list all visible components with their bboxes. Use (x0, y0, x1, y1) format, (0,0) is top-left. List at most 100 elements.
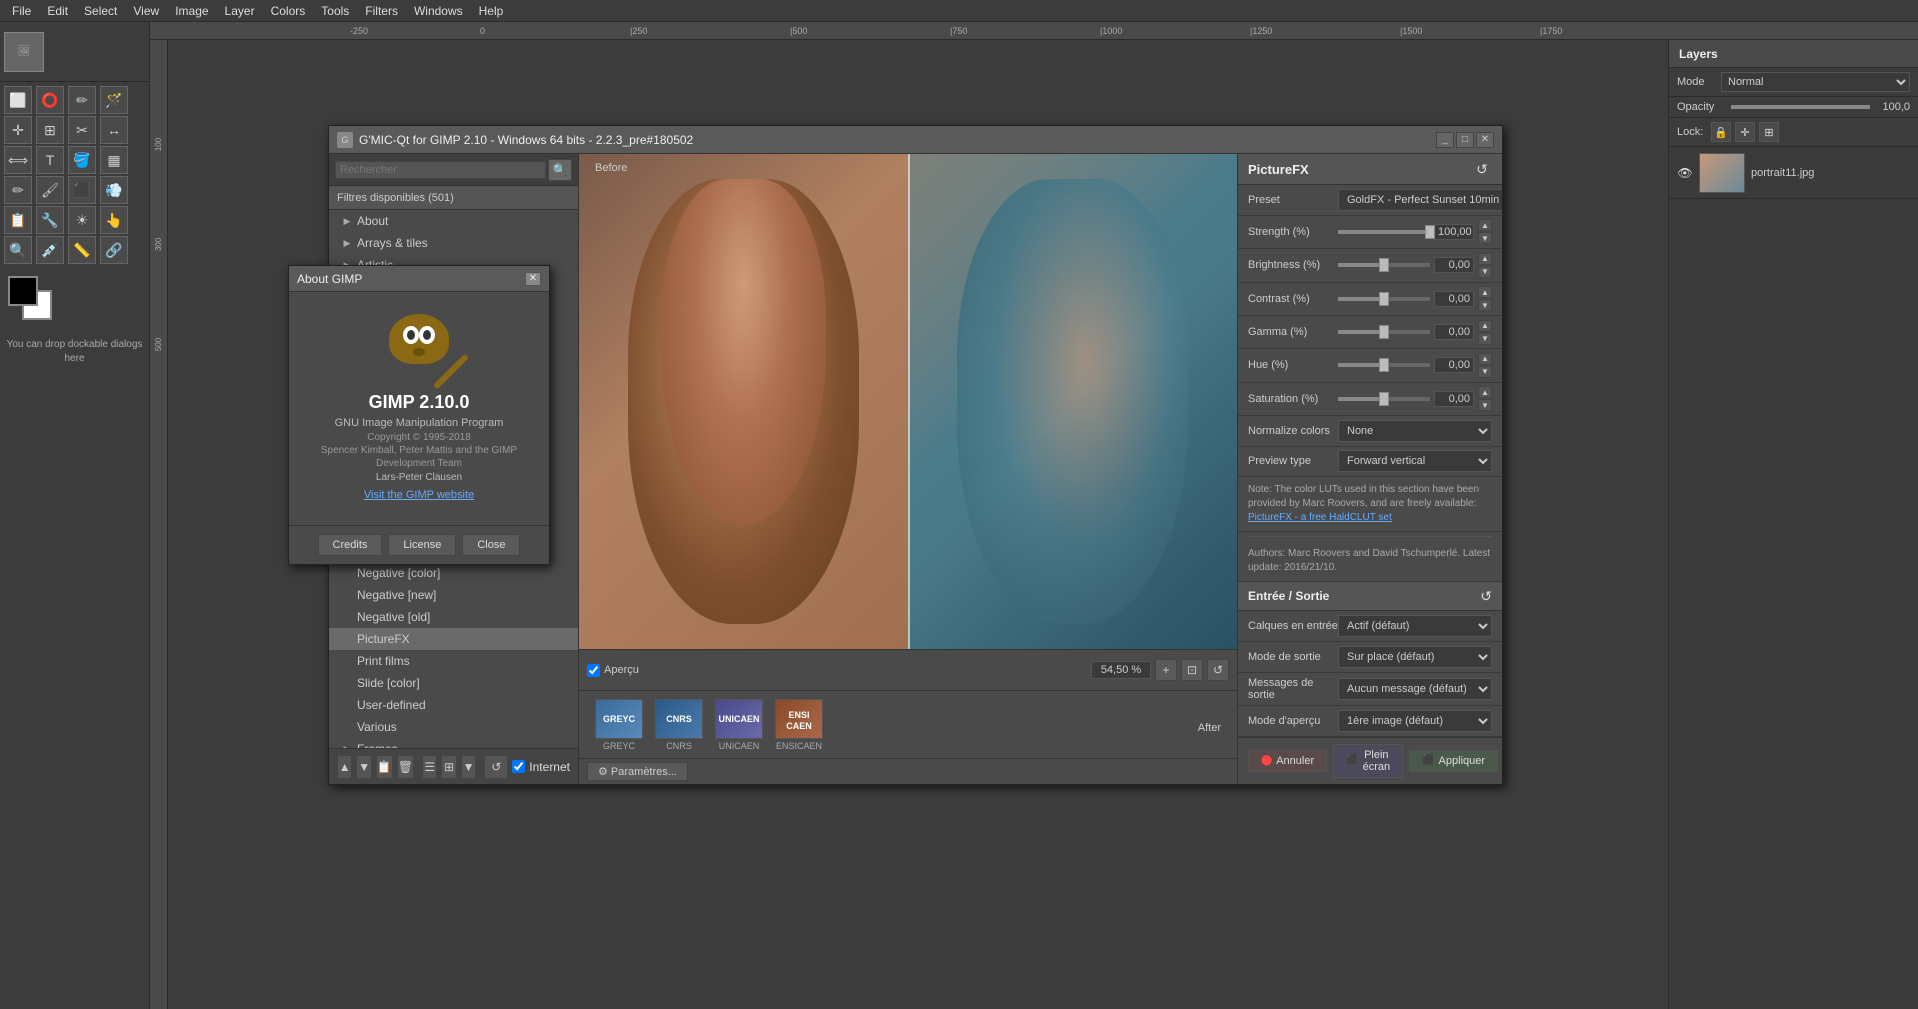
layer-visibility-icon[interactable]: 👁 (1677, 165, 1693, 181)
foreground-color[interactable] (8, 276, 38, 306)
appliquer-button[interactable]: ⬛ Appliquer (1409, 750, 1498, 772)
brightness-spin-down[interactable]: ▼ (1478, 266, 1492, 278)
tool-crop[interactable]: ✂ (68, 116, 96, 144)
filter-item-about[interactable]: ▶ About (329, 210, 578, 232)
internet-checkbox[interactable] (512, 760, 525, 773)
filter-note-button[interactable]: 📋 (376, 755, 393, 779)
hue-spin-up[interactable]: ▲ (1478, 353, 1492, 365)
contrast-slider[interactable] (1338, 297, 1430, 301)
menu-image[interactable]: Image (167, 2, 216, 20)
menu-colors[interactable]: Colors (263, 2, 314, 20)
filter-sub-negative-color[interactable]: Negative [color] (329, 562, 578, 584)
calques-select[interactable]: Actif (défaut) (1338, 615, 1492, 637)
gmic-minimize-button[interactable]: _ (1436, 132, 1454, 148)
messages-sortie-select[interactable]: Aucun message (défaut) (1338, 678, 1492, 700)
contrast-spin-up[interactable]: ▲ (1478, 286, 1492, 298)
filter-trash-button[interactable]: 🗑 (397, 755, 414, 779)
gimp-website-link[interactable]: Visit the GIMP website (364, 489, 474, 501)
tool-smudge[interactable]: 👆 (100, 206, 128, 234)
menu-view[interactable]: View (125, 2, 167, 20)
filter-sub-picturefx[interactable]: PictureFX (329, 628, 578, 650)
zoom-in-button[interactable]: + (1155, 659, 1177, 681)
hue-slider[interactable] (1338, 363, 1430, 367)
tool-bucket[interactable]: 🪣 (68, 146, 96, 174)
tool-eraser[interactable]: ⬛ (68, 176, 96, 204)
entree-sortie-refresh[interactable]: ↺ (1480, 588, 1492, 605)
gmic-close-button[interactable]: ✕ (1476, 132, 1494, 148)
tool-select-rect[interactable]: ⬜ (4, 86, 32, 114)
tool-airbrush[interactable]: 💨 (100, 176, 128, 204)
gamma-spin-down[interactable]: ▼ (1478, 333, 1492, 345)
preset-select[interactable]: GoldFX - Perfect Sunset 10min (1338, 189, 1502, 211)
tool-clone[interactable]: 📋 (4, 206, 32, 234)
plein-ecran-button[interactable]: ⬛ Plein écran (1333, 744, 1403, 778)
annuler-button[interactable]: ⬤ Annuler (1248, 750, 1327, 772)
params-button[interactable]: ⚙ Paramètres... (587, 762, 688, 781)
zoom-fit-button[interactable]: ⊡ (1181, 659, 1203, 681)
menu-layer[interactable]: Layer (217, 2, 263, 20)
saturation-slider[interactable] (1338, 397, 1430, 401)
settings-refresh-button[interactable]: ↺ (1472, 159, 1492, 179)
menu-select[interactable]: Select (76, 2, 125, 20)
haldclut-link[interactable]: PictureFX - a free HaldCLUT set (1248, 512, 1392, 523)
preview-type-select[interactable]: Forward vertical (1338, 450, 1492, 472)
tool-align[interactable]: ⊞ (36, 116, 64, 144)
menu-tools[interactable]: Tools (313, 2, 357, 20)
gamma-spin-up[interactable]: ▲ (1478, 320, 1492, 332)
license-button[interactable]: License (388, 534, 456, 556)
filter-remove-button[interactable]: ▼ (356, 755, 371, 779)
tool-move[interactable]: ✛ (4, 116, 32, 144)
tool-select-fuzzy[interactable]: 🪄 (100, 86, 128, 114)
strength-spin-down[interactable]: ▼ (1478, 232, 1492, 244)
mode-sortie-select[interactable]: Sur place (défaut) (1338, 646, 1492, 668)
filter-search-input[interactable] (335, 161, 546, 179)
lock-alpha-button[interactable]: ⊞ (1759, 122, 1779, 142)
tool-dodge[interactable]: ☀ (68, 206, 96, 234)
tool-paintbrush[interactable]: 🖌 (36, 176, 64, 204)
saturation-spin-up[interactable]: ▲ (1478, 386, 1492, 398)
layers-mode-select[interactable]: Normal (1721, 72, 1910, 92)
tool-select-free[interactable]: ✏ (68, 86, 96, 114)
tool-heal[interactable]: 🔧 (36, 206, 64, 234)
layer-item-portrait[interactable]: 👁 portrait11.jpg (1669, 147, 1918, 199)
filter-sub-user-defined[interactable]: User-defined (329, 694, 578, 716)
menu-file[interactable]: File (4, 2, 39, 20)
filter-item-frames[interactable]: ▶ Frames (329, 738, 578, 748)
brightness-spin-up[interactable]: ▲ (1478, 253, 1492, 265)
filter-add-button[interactable]: ▲ (337, 755, 352, 779)
menu-filters[interactable]: Filters (357, 2, 406, 20)
filter-search-button[interactable]: 🔍 (548, 159, 572, 181)
tool-path[interactable]: 🔗 (100, 236, 128, 264)
apercu-toggle[interactable]: Aperçu (587, 664, 639, 677)
tool-gradient[interactable]: ▦ (100, 146, 128, 174)
credits-button[interactable]: Credits (318, 534, 383, 556)
saturation-spin-down[interactable]: ▼ (1478, 399, 1492, 411)
tool-text[interactable]: T (36, 146, 64, 174)
filter-down-button[interactable]: ▼ (461, 755, 476, 779)
filter-grid-view-button[interactable]: ⊞ (441, 755, 456, 779)
strength-slider[interactable] (1338, 230, 1430, 234)
filter-sub-negative-old[interactable]: Negative [old] (329, 606, 578, 628)
apercu-checkbox[interactable] (587, 664, 600, 677)
foreground-background-colors[interactable] (8, 276, 58, 326)
normalize-select[interactable]: None (1338, 420, 1492, 442)
menu-help[interactable]: Help (471, 2, 512, 20)
menu-windows[interactable]: Windows (406, 2, 471, 20)
lock-position-button[interactable]: ✛ (1735, 122, 1755, 142)
filter-sub-slide-color[interactable]: Slide [color] (329, 672, 578, 694)
layers-opacity-slider[interactable] (1731, 105, 1870, 109)
gmic-maximize-button[interactable]: □ (1456, 132, 1474, 148)
tool-select-ellipse[interactable]: ⭕ (36, 86, 64, 114)
tool-measure[interactable]: 📏 (68, 236, 96, 264)
strength-spin-up[interactable]: ▲ (1478, 219, 1492, 231)
hue-spin-down[interactable]: ▼ (1478, 366, 1492, 378)
filter-sub-print-films[interactable]: Print films (329, 650, 578, 672)
filter-sub-various[interactable]: Various (329, 716, 578, 738)
gamma-slider[interactable] (1338, 330, 1430, 334)
mode-apercu-select[interactable]: 1ère image (défaut) (1338, 710, 1492, 732)
refresh-filters-button[interactable]: ↺ (484, 755, 508, 779)
contrast-spin-down[interactable]: ▼ (1478, 299, 1492, 311)
menu-edit[interactable]: Edit (39, 2, 76, 20)
zoom-reset-button[interactable]: ↺ (1207, 659, 1229, 681)
tool-zoom[interactable]: 🔍 (4, 236, 32, 264)
